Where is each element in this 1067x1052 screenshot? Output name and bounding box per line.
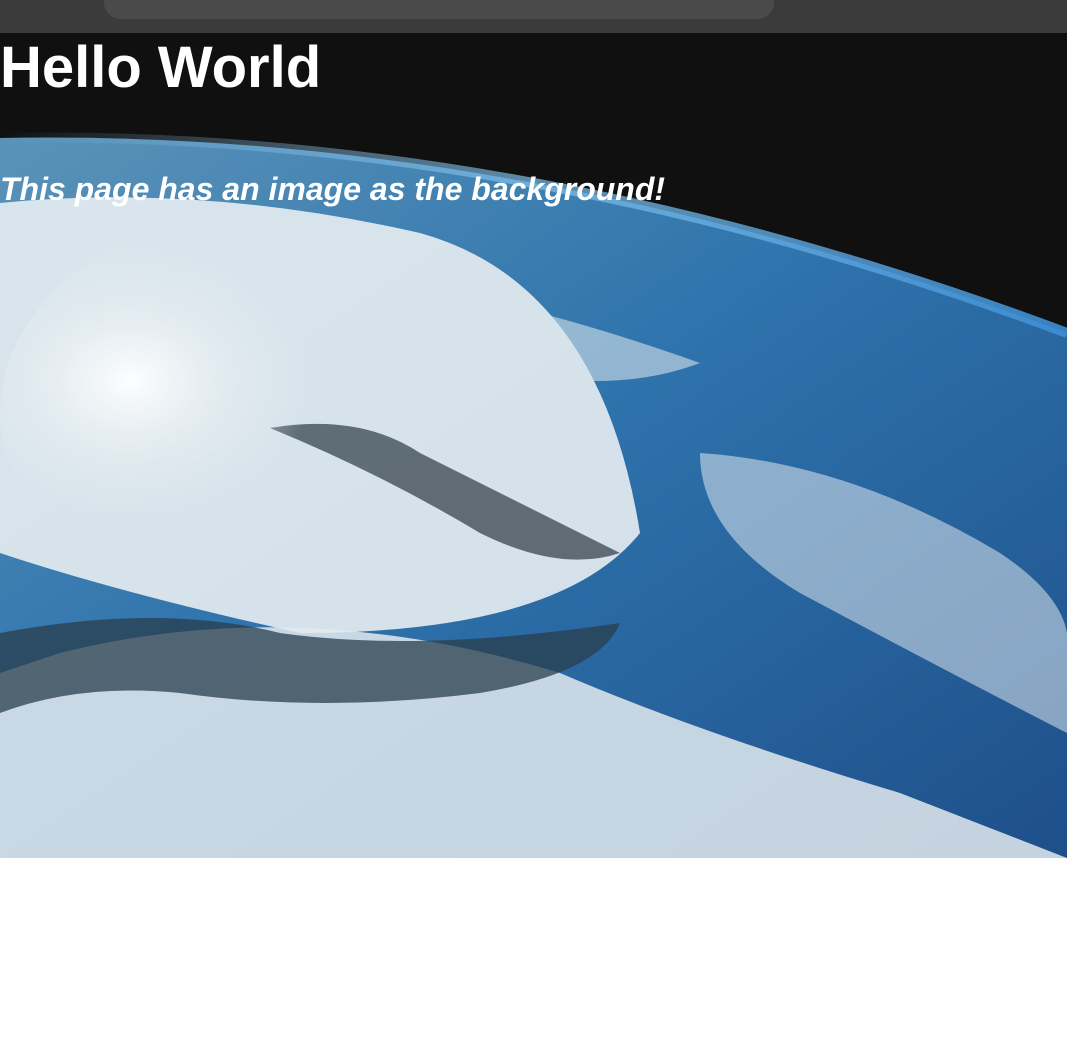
background-image-section: Hello World This page has an image as th… — [0, 33, 1067, 858]
page-title: Hello World — [0, 35, 322, 100]
earth-background-image — [0, 33, 1067, 858]
address-bar[interactable] — [104, 0, 774, 19]
browser-toolbar — [0, 0, 1067, 33]
page-subtitle: This page has an image as the background… — [0, 171, 666, 207]
